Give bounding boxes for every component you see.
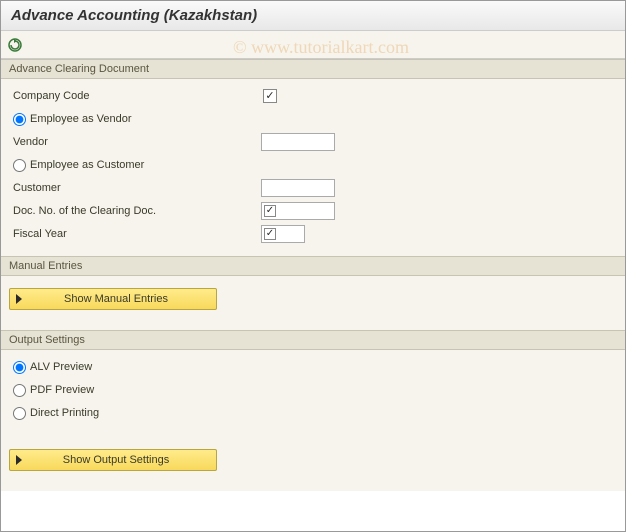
employee-vendor-radio[interactable]: Employee as Vendor bbox=[13, 113, 261, 126]
alv-preview-label: ALV Preview bbox=[30, 361, 92, 373]
group-clearing: Advance Clearing Document Company Code E… bbox=[1, 59, 625, 256]
show-manual-entries-button[interactable]: Show Manual Entries bbox=[9, 288, 217, 310]
show-output-settings-button[interactable]: Show Output Settings bbox=[9, 449, 217, 471]
fiscal-year-checkbox[interactable] bbox=[264, 228, 276, 240]
alv-preview-radio[interactable]: ALV Preview bbox=[13, 361, 261, 374]
execute-icon[interactable] bbox=[7, 37, 23, 53]
doc-no-label: Doc. No. of the Clearing Doc. bbox=[9, 205, 261, 217]
content-area: Advance Clearing Document Company Code E… bbox=[1, 59, 625, 491]
pdf-preview-label: PDF Preview bbox=[30, 384, 94, 396]
play-icon bbox=[16, 455, 22, 465]
employee-customer-label: Employee as Customer bbox=[30, 159, 144, 171]
group-header-clearing: Advance Clearing Document bbox=[1, 59, 625, 79]
pdf-preview-radio[interactable]: PDF Preview bbox=[13, 384, 261, 397]
vendor-label: Vendor bbox=[9, 136, 261, 148]
customer-label: Customer bbox=[9, 182, 261, 194]
show-manual-entries-label: Show Manual Entries bbox=[30, 293, 202, 305]
show-output-settings-label: Show Output Settings bbox=[30, 454, 202, 466]
employee-vendor-label: Employee as Vendor bbox=[30, 113, 132, 125]
group-header-output: Output Settings bbox=[1, 330, 625, 350]
direct-printing-label: Direct Printing bbox=[30, 407, 99, 419]
group-header-manual: Manual Entries bbox=[1, 256, 625, 276]
direct-printing-radio[interactable]: Direct Printing bbox=[13, 407, 261, 420]
play-icon bbox=[16, 294, 22, 304]
page-title: Advance Accounting (Kazakhstan) bbox=[1, 1, 625, 31]
fiscal-year-label: Fiscal Year bbox=[9, 228, 261, 240]
employee-customer-radio[interactable]: Employee as Customer bbox=[13, 159, 261, 172]
group-manual: Manual Entries Show Manual Entries bbox=[1, 256, 625, 330]
group-output: Output Settings ALV Preview PDF Preview bbox=[1, 330, 625, 491]
vendor-input[interactable] bbox=[261, 133, 335, 151]
company-code-label: Company Code bbox=[9, 90, 261, 102]
doc-no-checkbox[interactable] bbox=[264, 205, 276, 217]
customer-input[interactable] bbox=[261, 179, 335, 197]
toolbar bbox=[1, 31, 625, 59]
company-code-checkbox[interactable] bbox=[263, 89, 277, 103]
